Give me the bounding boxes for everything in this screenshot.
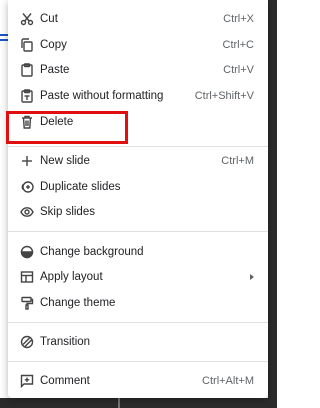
menu-item-skip-slides[interactable]: Skip slides: [8, 199, 268, 225]
menu-item-paste[interactable]: Paste Ctrl+V: [8, 57, 268, 83]
transition-icon: [20, 335, 34, 349]
background-filmstrip-area: [0, 398, 277, 408]
clipboard-icon: [20, 63, 34, 77]
menu-item-copy[interactable]: Copy Ctrl+C: [8, 32, 268, 58]
menu-item-duplicate-slides[interactable]: Duplicate slides: [8, 174, 268, 200]
menu-item-shortcut: Ctrl+V: [223, 64, 254, 76]
menu-item-transition[interactable]: Transition: [8, 329, 268, 355]
menu-item-shortcut: Ctrl+X: [223, 13, 254, 25]
menu-item-label: Delete: [40, 116, 74, 128]
menu-separator: [8, 322, 268, 323]
menu-item-shortcut: Ctrl+Shift+V: [194, 90, 254, 102]
menu-separator: [8, 146, 268, 147]
submenu-arrow-icon: [250, 274, 254, 280]
menu-item-label: Cut: [40, 13, 58, 25]
menu-item-cut[interactable]: Cut Ctrl+X: [8, 6, 268, 32]
background-editor-area: [268, 0, 277, 408]
menu-item-label: Paste without formatting: [40, 90, 164, 102]
eye-icon: [20, 205, 34, 219]
menu-item-new-slide[interactable]: New slide Ctrl+M: [8, 148, 268, 174]
menu-item-change-theme[interactable]: Change theme: [8, 290, 268, 316]
menu-item-label: Change background: [40, 246, 144, 258]
paint-roller-icon: [20, 296, 34, 310]
menu-separator: [8, 361, 268, 362]
plus-icon: [20, 154, 34, 168]
menu-item-apply-layout[interactable]: Apply layout: [8, 264, 268, 290]
background-icon: [20, 245, 34, 259]
menu-item-shortcut: Ctrl+M: [221, 155, 254, 167]
menu-item-shortcut: Ctrl+Alt+M: [202, 375, 254, 387]
menu-item-label: Apply layout: [40, 271, 103, 283]
menu-item-label: Paste: [40, 64, 70, 76]
menu-item-label: Skip slides: [40, 206, 95, 218]
menu-item-label: Copy: [40, 39, 67, 51]
trash-icon: [20, 115, 34, 129]
menu-item-comment[interactable]: Comment Ctrl+Alt+M: [8, 368, 268, 394]
menu-item-paste-without-formatting[interactable]: Paste without formatting Ctrl+Shift+V: [8, 83, 268, 109]
menu-item-change-background[interactable]: Change background: [8, 239, 268, 265]
context-menu: Cut Ctrl+X Copy Ctrl+C Paste Ctrl+V Past…: [8, 0, 268, 398]
menu-item-label: Change theme: [40, 297, 116, 309]
duplicate-icon: [20, 180, 34, 194]
background-divider: [118, 398, 120, 408]
add-comment-icon: [20, 374, 34, 388]
scissors-icon: [20, 12, 34, 26]
menu-item-delete[interactable]: Delete: [8, 109, 268, 135]
menu-item-label: Comment: [40, 375, 90, 387]
menu-item-label: Duplicate slides: [40, 181, 121, 193]
menu-separator: [8, 231, 268, 232]
menu-item-label: Transition: [40, 336, 91, 348]
clipboard-text-icon: [20, 89, 34, 103]
layout-icon: [20, 270, 34, 284]
menu-item-shortcut: Ctrl+C: [222, 39, 254, 51]
menu-item-label: New slide: [40, 155, 90, 167]
copy-icon: [20, 38, 34, 52]
